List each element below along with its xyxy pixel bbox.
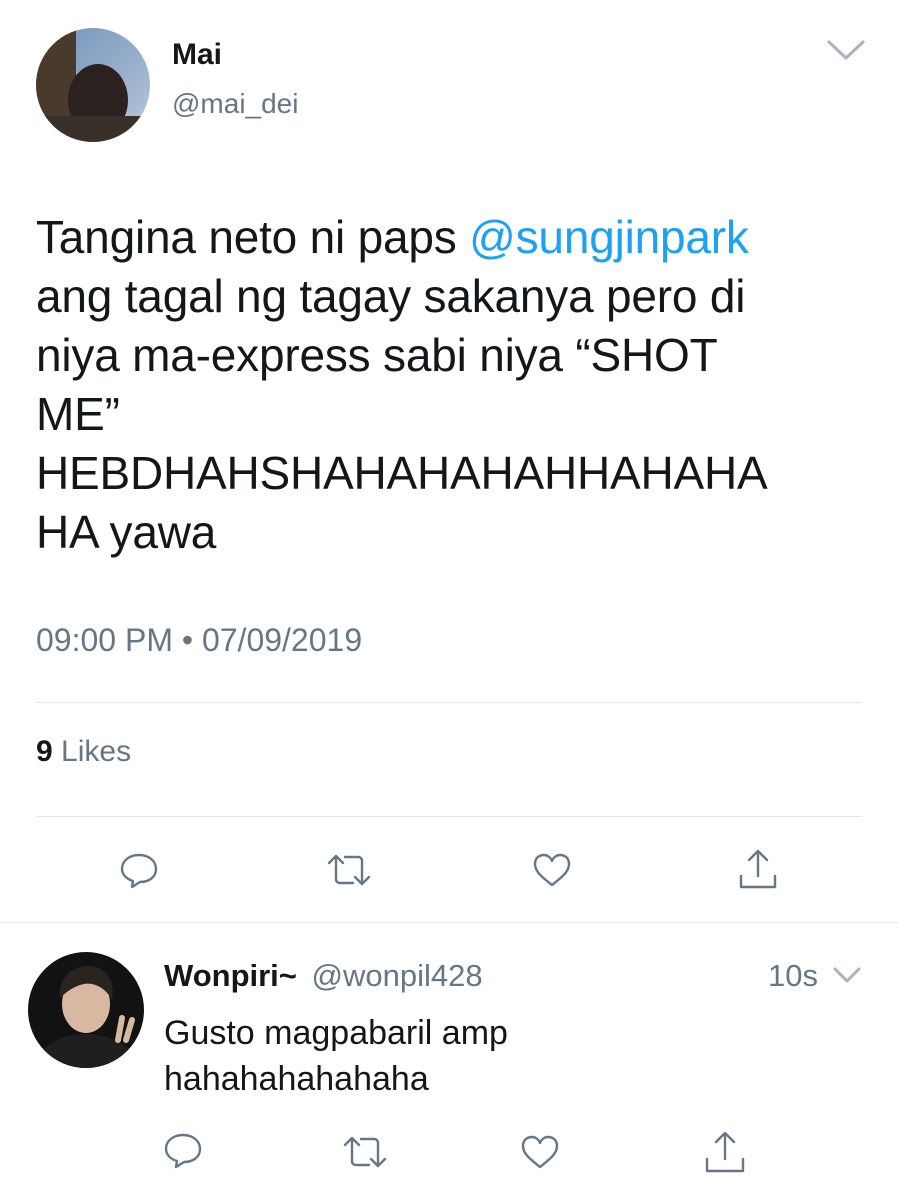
reply-author-avatar[interactable] (28, 952, 144, 1068)
tweet-text-line: niya ma-express sabi niya “SHOT (36, 329, 718, 381)
like-icon[interactable] (520, 1134, 560, 1170)
author-name[interactable]: Mai (172, 38, 222, 72)
reply-header: Wonpiri~ @wonpil428 (164, 958, 483, 994)
share-icon[interactable] (736, 848, 780, 890)
reply-author-name[interactable]: Wonpiri~ (164, 958, 297, 993)
tweet-text-line: HEBDHAHSHAHAHAHAHHAHAHA (36, 447, 768, 499)
retweet-icon[interactable] (326, 852, 372, 888)
author-handle[interactable]: @mai_dei (172, 88, 298, 120)
tweet-text-line: ME” (36, 388, 120, 440)
divider (36, 702, 862, 703)
author-avatar[interactable] (36, 28, 150, 142)
tweet-timestamp[interactable]: 09:00 PM • 07/09/2019 (36, 622, 362, 659)
tweet-text: Tangina neto ni paps @sungjinpark ang ta… (36, 208, 886, 562)
divider (0, 922, 898, 923)
share-icon[interactable] (702, 1130, 748, 1174)
reply-icon[interactable] (118, 852, 160, 890)
reply-text: Gusto magpabaril amp hahahahahahaha (164, 1010, 508, 1102)
tweet-text-line: ang tagal ng tagay sakanya pero di (36, 270, 746, 322)
retweet-icon[interactable] (342, 1134, 388, 1170)
reply-text-line: hahahahahahaha (164, 1060, 429, 1098)
mention-link[interactable]: @sungjinpark (469, 211, 749, 263)
reply-icon[interactable] (162, 1132, 204, 1170)
tweet-text-line: Tangina neto ni paps (36, 211, 470, 263)
reply-text-line: Gusto magpabaril amp (164, 1014, 508, 1052)
reply-time[interactable]: 10s (768, 958, 818, 994)
divider (36, 816, 862, 817)
tweet-text-line: HA yawa (36, 506, 217, 558)
chevron-down-icon[interactable] (826, 38, 866, 62)
chevron-down-icon[interactable] (832, 966, 862, 984)
likes-stat[interactable]: 9 Likes (36, 735, 131, 769)
likes-label: Likes (61, 735, 132, 768)
like-icon[interactable] (532, 852, 572, 888)
reply-author-handle[interactable]: @wonpil428 (312, 958, 483, 993)
likes-count: 9 (36, 735, 53, 768)
